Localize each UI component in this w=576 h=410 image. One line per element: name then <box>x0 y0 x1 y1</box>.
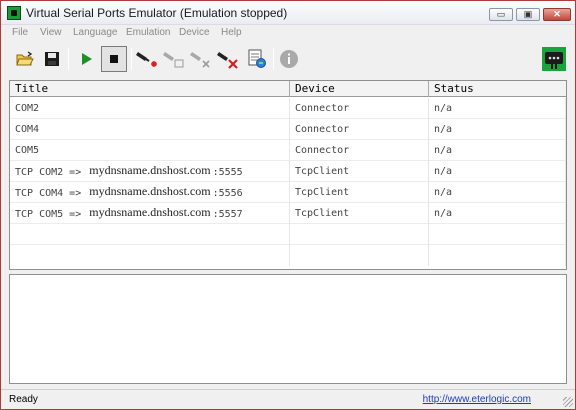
cell-title: COM4 <box>10 119 290 140</box>
cell-device: Connector <box>290 98 429 119</box>
status-bar: Ready http://www.eterlogic.com <box>1 389 575 409</box>
port-number: :5556 <box>212 188 243 199</box>
cell-empty <box>290 245 429 266</box>
title-text: COM5 <box>15 145 40 156</box>
menu-device[interactable]: Device <box>179 27 210 38</box>
cell-empty <box>429 224 566 245</box>
column-header-device[interactable]: Device <box>290 81 429 97</box>
host-name: mydnsname.dnshost.com <box>87 184 213 198</box>
serial-connector-logo-icon <box>541 46 567 72</box>
port-number: :5555 <box>212 167 243 178</box>
log-panel[interactable] <box>9 274 567 384</box>
menu-bar: File View Language Emulation Device Help <box>1 26 575 41</box>
play-icon[interactable] <box>74 46 100 72</box>
status-text: Ready <box>9 394 38 405</box>
cell-device: TcpClient <box>290 161 429 182</box>
title-bar[interactable]: Virtual Serial Ports Emulator (Emulation… <box>1 1 575 25</box>
maximize-button[interactable]: ▣ <box>516 8 540 21</box>
device-properties-icon[interactable] <box>161 46 187 72</box>
toolbar-separator <box>273 48 274 70</box>
title-text: TCP COM2 => <box>15 167 82 178</box>
grid-header: Title Device Status <box>10 81 566 97</box>
window-title: Virtual Serial Ports Emulator (Emulation… <box>26 6 288 20</box>
cell-status: n/a <box>429 182 566 203</box>
table-row-empty <box>10 245 566 266</box>
toolbar <box>1 42 575 76</box>
save-icon[interactable] <box>39 46 65 72</box>
ports-grid[interactable]: Title Device Status COM2 Connector n/a C… <box>9 80 567 270</box>
table-row[interactable]: COM5 Connector n/a <box>10 140 566 161</box>
resize-grip[interactable] <box>563 397 573 407</box>
menu-help[interactable]: Help <box>221 27 242 38</box>
device-report-icon[interactable] <box>244 46 270 72</box>
menu-file[interactable]: File <box>12 27 28 38</box>
title-text: COM2 <box>15 103 40 114</box>
cell-empty <box>290 224 429 245</box>
cell-status: n/a <box>429 161 566 182</box>
cell-title: TCP COM4 => mydnsname.dnshost.com:5556 <box>10 182 290 203</box>
table-row-empty <box>10 224 566 245</box>
toolbar-separator <box>68 48 69 70</box>
cell-title: COM5 <box>10 140 290 161</box>
menu-emulation[interactable]: Emulation <box>126 27 170 38</box>
table-row[interactable]: TCP COM5 => mydnsname.dnshost.com:5557 T… <box>10 203 566 224</box>
cell-title: TCP COM5 => mydnsname.dnshost.com:5557 <box>10 203 290 224</box>
stop-icon[interactable] <box>101 46 127 72</box>
cell-device: Connector <box>290 119 429 140</box>
cell-device: TcpClient <box>290 203 429 224</box>
app-window: Virtual Serial Ports Emulator (Emulation… <box>0 0 576 410</box>
cell-empty <box>10 245 290 266</box>
cell-status: n/a <box>429 140 566 161</box>
cell-title: COM2 <box>10 98 290 119</box>
host-name: mydnsname.dnshost.com <box>87 163 213 177</box>
host-name: mydnsname.dnshost.com <box>87 205 213 219</box>
cell-title: TCP COM2 => mydnsname.dnshost.com:5555 <box>10 161 290 182</box>
menu-language[interactable]: Language <box>73 27 118 38</box>
table-row[interactable]: COM2 Connector n/a <box>10 98 566 119</box>
cell-status: n/a <box>429 203 566 224</box>
title-text: TCP COM5 => <box>15 209 82 220</box>
port-number: :5557 <box>212 209 243 220</box>
title-text: COM4 <box>15 124 40 135</box>
cell-status: n/a <box>429 98 566 119</box>
website-link[interactable]: http://www.eterlogic.com <box>423 394 531 405</box>
cell-device: Connector <box>290 140 429 161</box>
open-folder-icon[interactable] <box>12 46 38 72</box>
table-row[interactable]: TCP COM2 => mydnsname.dnshost.com:5555 T… <box>10 161 566 182</box>
cell-empty <box>429 245 566 266</box>
table-row[interactable]: COM4 Connector n/a <box>10 119 566 140</box>
column-header-status[interactable]: Status <box>429 81 566 97</box>
cell-status: n/a <box>429 119 566 140</box>
close-button[interactable]: ✕ <box>543 8 571 21</box>
cell-empty <box>10 224 290 245</box>
table-row[interactable]: TCP COM4 => mydnsname.dnshost.com:5556 T… <box>10 182 566 203</box>
new-device-icon[interactable] <box>134 46 160 72</box>
column-header-title[interactable]: Title <box>10 81 290 97</box>
title-text: TCP COM4 => <box>15 188 82 199</box>
toolbar-separator <box>131 48 132 70</box>
app-icon <box>7 6 21 20</box>
cell-device: TcpClient <box>290 182 429 203</box>
info-icon[interactable] <box>276 46 302 72</box>
minimize-button[interactable]: ▭ <box>489 8 513 21</box>
device-disabled-icon[interactable] <box>188 46 214 72</box>
delete-device-icon[interactable] <box>215 46 241 72</box>
menu-view[interactable]: View <box>40 27 62 38</box>
